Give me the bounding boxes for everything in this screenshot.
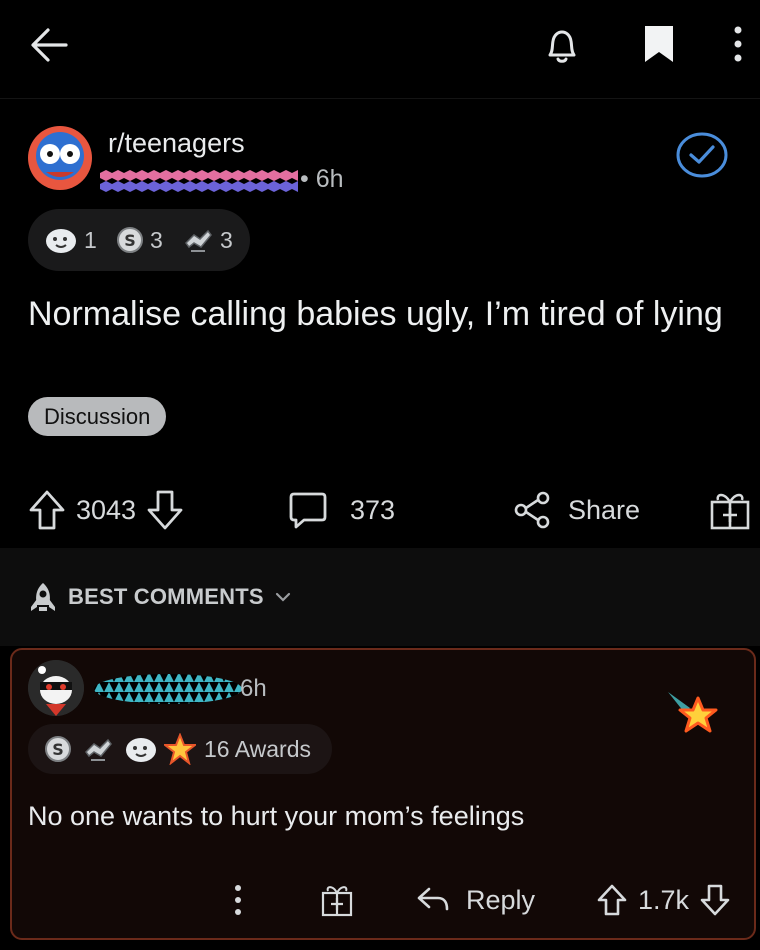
silver-award-icon: S xyxy=(116,226,144,254)
comment-more-button[interactable] xyxy=(228,876,248,924)
reply-label: Reply xyxy=(466,884,536,915)
comment-count: 373 xyxy=(350,494,396,525)
award-helpful: 3 xyxy=(182,209,233,271)
gift-icon xyxy=(320,882,354,918)
comment-awards[interactable]: S 16 Awards xyxy=(28,724,332,774)
post-flair[interactable]: Discussion xyxy=(28,397,167,436)
award-count: 3 xyxy=(150,226,163,253)
upvote-icon[interactable] xyxy=(28,489,66,531)
post-awards[interactable]: 1 S 3 3 xyxy=(28,209,250,271)
comment-awards-count: 16 Awards xyxy=(204,736,311,762)
bell-icon[interactable] xyxy=(540,24,584,68)
reply-arrow-icon xyxy=(416,885,450,915)
share-icon xyxy=(512,490,552,530)
sort-label: BEST COMMENTS xyxy=(68,584,264,609)
svg-text:S: S xyxy=(124,231,136,250)
helpful-award-icon xyxy=(182,225,214,255)
username-redaction xyxy=(100,170,298,192)
chevron-down-icon xyxy=(274,590,292,604)
joined-check-icon[interactable] xyxy=(676,131,728,179)
silver-award-icon: S xyxy=(44,735,72,763)
gift-icon xyxy=(708,488,752,532)
comment-time: 6h xyxy=(240,675,267,702)
comment-vote-controls: 1.7k xyxy=(596,876,731,924)
award-count: 1 xyxy=(84,226,97,253)
post-score: 3043 xyxy=(76,494,137,525)
award-silver: S 3 xyxy=(116,209,163,271)
helpful-award-icon xyxy=(82,734,114,764)
starstruck-award-icon xyxy=(164,733,196,765)
award-wholesome: 1 xyxy=(44,209,97,271)
comment-user-avatar[interactable] xyxy=(28,660,84,716)
downvote-icon[interactable] xyxy=(146,489,184,531)
upvote-icon[interactable] xyxy=(596,883,628,917)
rocket-icon xyxy=(28,581,58,613)
post-time: • 6h xyxy=(300,165,344,193)
bookmark-icon[interactable] xyxy=(643,24,675,64)
comment-bubble-icon xyxy=(288,490,328,530)
share-button[interactable]: Share xyxy=(512,484,640,536)
subreddit-name[interactable]: r/teenagers xyxy=(108,128,245,159)
comment-sort-selector[interactable]: BEST COMMENTS xyxy=(28,580,292,614)
kebab-icon[interactable] xyxy=(725,24,751,64)
wholesome-award-icon xyxy=(44,225,78,255)
post-title: Normalise calling babies ugly, I’m tired… xyxy=(28,295,723,333)
subreddit-avatar[interactable] xyxy=(28,126,92,190)
arrow-left-icon[interactable] xyxy=(26,20,76,70)
comment-give-award-button[interactable] xyxy=(320,876,354,924)
downvote-icon[interactable] xyxy=(699,883,731,917)
share-label: Share xyxy=(568,494,641,525)
kebab-icon xyxy=(228,883,248,917)
give-award-button[interactable] xyxy=(708,484,752,536)
comment-reply-button[interactable]: Reply xyxy=(416,876,535,924)
award-count: 3 xyxy=(220,226,233,253)
comments-button[interactable]: 373 xyxy=(288,484,395,536)
wholesome-award-icon xyxy=(124,734,158,764)
comment-username-redaction xyxy=(94,672,242,706)
comment-body: No one wants to hurt your mom’s feelings xyxy=(28,801,525,831)
comment-score: 1.7k xyxy=(638,884,690,915)
svg-text:S: S xyxy=(52,740,64,759)
post-vote-controls: 3043 xyxy=(28,484,184,536)
starstruck-award-icon xyxy=(664,688,720,738)
